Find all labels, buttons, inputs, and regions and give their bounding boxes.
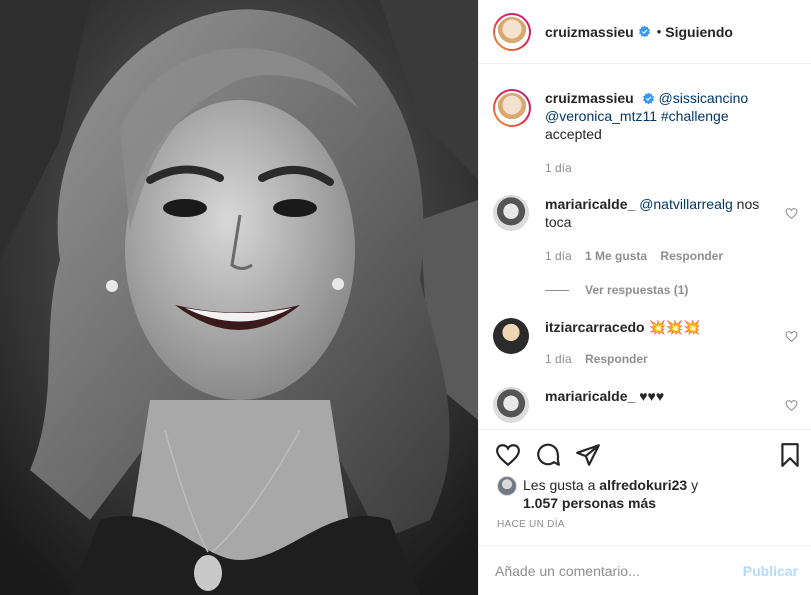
publish-button[interactable]: Publicar	[743, 563, 798, 579]
reply-button[interactable]: Responder	[585, 352, 648, 366]
verified-badge-icon	[638, 25, 650, 38]
post-time[interactable]: HACE UN DÍA	[497, 519, 565, 530]
verified-badge-icon	[642, 92, 654, 105]
mention-link[interactable]: @natvillarrealg	[639, 196, 733, 212]
comments-list: cruizmassieu @sissicancino @veronica_mtz…	[479, 65, 811, 429]
avatar[interactable]	[497, 476, 517, 496]
likes-prefix: Les gusta a	[523, 477, 596, 493]
heart-icon[interactable]	[785, 207, 798, 220]
post-panel: cruizmassieu • Siguiendo cruizmassieu @s…	[478, 0, 811, 595]
comment-text: mariaricalde_ @natvillarrealg nos toca	[545, 195, 765, 231]
comment-body: 💥💥💥	[648, 319, 701, 335]
likes-text: Les gusta a alfredokuri23 y 1.057 person…	[523, 476, 698, 512]
heart-icon[interactable]	[495, 442, 521, 468]
avatar[interactable]	[493, 387, 529, 423]
comment-likes[interactable]: 1 Me gusta	[585, 249, 647, 263]
post-photo[interactable]	[0, 0, 478, 595]
replies-divider	[545, 289, 569, 291]
heart-icon[interactable]	[785, 330, 798, 343]
separator-dot: •	[656, 24, 662, 39]
likes-joiner: y	[691, 477, 699, 493]
caption-time[interactable]: 1 día	[545, 161, 572, 175]
comment-username[interactable]: mariaricalde_	[545, 388, 635, 404]
bookmark-icon[interactable]	[777, 442, 803, 468]
following-button[interactable]: Siguiendo	[665, 24, 733, 40]
heart-icon[interactable]	[785, 399, 798, 412]
reply-button[interactable]: Responder	[660, 249, 723, 263]
view-replies-button[interactable]: Ver respuestas (1)	[545, 283, 688, 297]
header-username[interactable]: cruizmassieu	[545, 24, 634, 40]
caption-username[interactable]: cruizmassieu	[545, 90, 634, 106]
comment-body: ♥♥♥	[639, 388, 665, 404]
mention-link[interactable]: @veronica_mtz11	[545, 108, 657, 124]
likes-count[interactable]: 1.057 personas más	[523, 495, 656, 511]
comment-username[interactable]: itziarcarracedo	[545, 319, 645, 335]
instagram-post: cruizmassieu • Siguiendo cruizmassieu @s…	[0, 0, 811, 595]
add-comment-bar: Publicar	[479, 545, 811, 595]
post-actions: Les gusta a alfredokuri23 y 1.057 person…	[479, 429, 811, 545]
caption-body: accepted	[545, 126, 602, 142]
portrait-image	[0, 0, 478, 595]
action-icons	[495, 442, 805, 470]
likes-user[interactable]: alfredokuri23	[599, 477, 687, 493]
comment-username[interactable]: mariaricalde_	[545, 196, 635, 212]
comment-time[interactable]: 1 día	[545, 249, 572, 263]
caption-text: cruizmassieu @sissicancino @veronica_mtz…	[545, 89, 765, 143]
comment-icon[interactable]	[535, 442, 561, 468]
view-replies-label: Ver respuestas (1)	[585, 283, 689, 297]
avatar[interactable]	[493, 195, 529, 231]
avatar[interactable]	[493, 89, 531, 127]
comment-input[interactable]	[495, 562, 743, 579]
mention-link[interactable]: @sissicancino	[659, 90, 749, 106]
comment-time[interactable]: 1 día	[545, 352, 572, 366]
hashtag-link[interactable]: #challenge	[661, 108, 729, 124]
comment-text: itziarcarracedo 💥💥💥	[545, 318, 765, 336]
comment-text: mariaricalde_ ♥♥♥	[545, 387, 765, 405]
likes-summary: Les gusta a alfredokuri23 y 1.057 person…	[497, 476, 698, 512]
post-header: cruizmassieu • Siguiendo	[479, 0, 811, 64]
avatar[interactable]	[493, 318, 529, 354]
comment-meta: 1 día Responder	[545, 352, 648, 366]
avatar[interactable]	[493, 12, 531, 51]
share-icon[interactable]	[575, 442, 601, 468]
comment-meta: 1 día 1 Me gusta Responder	[545, 249, 723, 263]
